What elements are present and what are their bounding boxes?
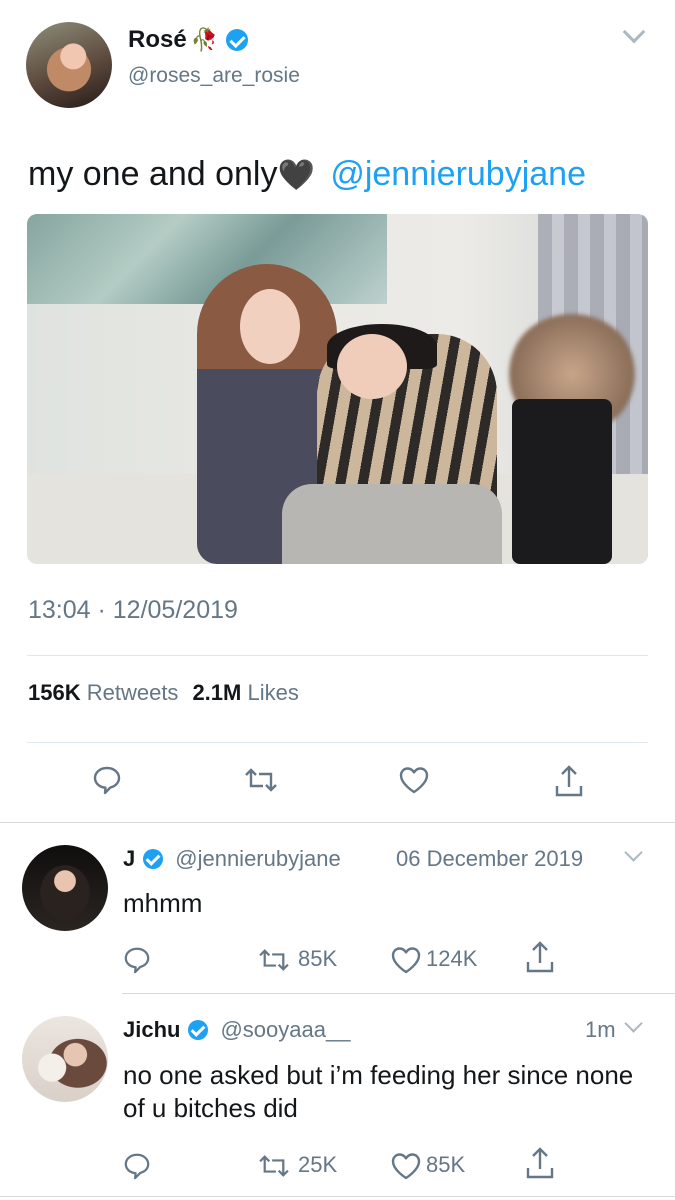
divider [122,993,675,994]
black-heart-icon: 🖤 [277,159,315,192]
like-count: 85K [426,1152,466,1177]
share-icon[interactable] [554,764,584,798]
reply-date: 1m [585,1017,616,1042]
reply-author-name: Jichu [123,1017,181,1042]
reply-text: no one asked but i’m feeding her since n… [123,1060,634,1123]
divider [27,655,648,656]
tweet-body: my one and only [28,155,278,193]
retweet-count: 85K [298,946,338,971]
author-handle[interactable]: @roses_are_rosie [128,64,300,88]
divider [0,1196,675,1197]
chevron-down-icon[interactable] [624,843,643,862]
like-icon[interactable] [399,766,429,794]
retweet-icon[interactable] [258,947,290,973]
tweet-timestamp: 13:04 · 12/05/2019 [28,596,238,624]
likes-count[interactable]: 2.1M [192,680,241,705]
reply-author-handle: @jennierubyjane [175,846,341,871]
retweets-count[interactable]: 156K [28,680,81,705]
retweet-count: 25K [298,1152,338,1177]
main-tweet: Rosé 🥀 @roses_are_rosie my one and only🖤… [0,0,675,822]
chevron-down-icon[interactable] [624,1014,643,1033]
tweet-detail-screen: Rosé 🥀 @roses_are_rosie my one and only🖤… [0,0,675,1200]
author-name: Rosé [128,26,187,53]
reply-author-handle: @sooyaaa__ [220,1017,351,1042]
verified-badge-icon [226,29,249,51]
wilted-rose-icon: 🥀 [190,27,219,52]
divider [0,822,675,823]
author-name-row[interactable]: Rosé 🥀 [128,26,249,54]
reply-author-row[interactable]: Jichu @sooyaaa__ [123,1017,350,1043]
reply-icon[interactable] [123,946,151,974]
share-icon[interactable] [525,940,555,974]
like-icon[interactable] [391,1152,421,1180]
likes-label[interactable]: Likes [247,680,298,705]
verified-badge-icon [188,1020,209,1040]
retweet-icon[interactable] [258,1153,290,1179]
reply-author-row[interactable]: J @jennierubyjane [123,846,341,872]
reply-icon[interactable] [92,765,122,795]
tweet-text: my one and only🖤 @jennierubyjane [28,155,586,194]
tweet-photo[interactable] [27,214,648,564]
author-avatar[interactable] [26,22,112,108]
reply-icon[interactable] [123,1152,151,1180]
reply-date: 06 December 2019 [396,846,584,871]
like-count: 124K [426,946,478,971]
retweets-label[interactable]: Retweets [87,680,179,705]
reply-text: mhmm [123,888,203,918]
chevron-down-icon[interactable] [622,20,646,44]
divider [27,742,648,743]
tweet-stats: 156K Retweets 2.1M Likes [28,680,299,706]
reply-avatar[interactable] [22,845,108,931]
like-icon[interactable] [391,946,421,974]
share-icon[interactable] [525,1146,555,1180]
reply-author-name: J [123,846,136,871]
retweet-icon[interactable] [244,766,278,794]
verified-badge-icon [143,849,164,869]
mention-link[interactable]: @jennierubyjane [330,155,586,193]
reply-avatar[interactable] [22,1016,108,1102]
